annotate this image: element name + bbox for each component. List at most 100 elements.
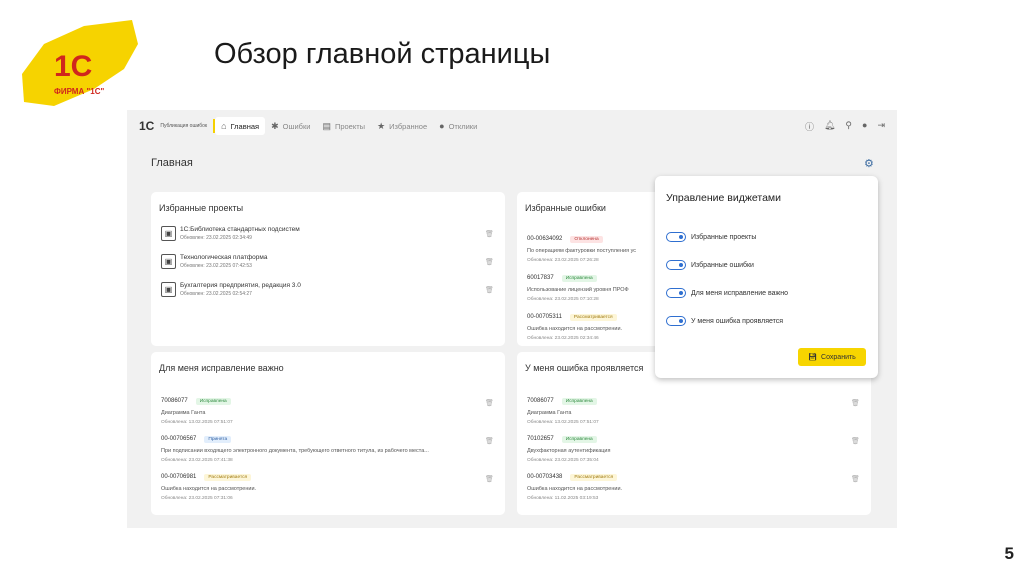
error-header: 00-00703438 Рассматривается bbox=[527, 465, 857, 483]
toggle-switch[interactable] bbox=[666, 232, 686, 242]
gear-icon[interactable]: ⚙ bbox=[864, 157, 874, 170]
status-badge: Рассматривается bbox=[569, 314, 617, 321]
error-id[interactable]: 70086077 bbox=[161, 398, 188, 404]
error-header: 70086077 Исправлена bbox=[527, 389, 857, 407]
error-item[interactable]: 70086077 Исправлена Диаграмма Ганта Обновле… bbox=[527, 389, 857, 425]
widget-title: У меня ошибка проявляется bbox=[525, 363, 644, 373]
error-id[interactable]: 60017837 bbox=[527, 275, 554, 281]
nav-label: Проекты bbox=[334, 121, 366, 131]
trash-icon[interactable]: 🗑︎ bbox=[485, 437, 494, 445]
error-id[interactable]: 70102657 bbox=[527, 436, 554, 442]
error-header: 00-00706981 Рассматривается bbox=[161, 465, 491, 483]
error-description: Двухфакторная аутентификация bbox=[527, 448, 611, 454]
star-icon: ★ bbox=[377, 120, 386, 131]
trash-icon[interactable]: 🗑︎ bbox=[851, 437, 860, 445]
project-text: Бухгалтерия предприятия, редакция 3.0 Обн… bbox=[180, 282, 301, 297]
trash-icon[interactable]: 🗑︎ bbox=[851, 475, 860, 483]
save-button[interactable]: 💾︎ Сохранить bbox=[798, 348, 866, 366]
app-screenshot: 1С Публикация ошибок ⌂ Главная ✱ Ошибки ▤ П… bbox=[127, 110, 897, 528]
widget-title: Избранные проекты bbox=[159, 203, 244, 213]
trash-icon[interactable]: 🗑︎ bbox=[485, 399, 494, 407]
error-item[interactable]: 70102657 Исправлена Двухфакторная аутентиф… bbox=[527, 427, 857, 463]
project-name[interactable]: 1С:Библиотека стандартных подсистем bbox=[180, 226, 300, 233]
toggle-label: У меня ошибка проявляется bbox=[691, 317, 784, 325]
nav-projects[interactable]: ▤ Проекты bbox=[316, 117, 371, 136]
error-header: 70102657 Исправлена bbox=[527, 427, 857, 445]
error-header: 70086077 Исправлена bbox=[161, 389, 491, 407]
error-header: 00-00706567 Принята bbox=[161, 427, 491, 445]
error-updated: Обновлена: 13.02.2025 07:51:07 bbox=[527, 420, 599, 425]
nav-errors[interactable]: ✱ Ошибки bbox=[265, 117, 316, 136]
toggle-occurs[interactable]: У меня ошибка проявляется bbox=[666, 316, 783, 326]
error-item[interactable]: 00-00703438 Рассматривается Ошибка находит… bbox=[527, 465, 857, 501]
projects-icon: ▤ bbox=[322, 120, 331, 131]
error-description: Ошибка находится на рассмотрении. bbox=[161, 486, 257, 492]
toggle-important[interactable]: Для меня исправление важно bbox=[666, 288, 788, 298]
toggle-label: Избранные ошибки bbox=[691, 261, 754, 269]
project-name[interactable]: Бухгалтерия предприятия, редакция 3.0 bbox=[180, 282, 301, 289]
svg-text:1С: 1С bbox=[54, 50, 92, 83]
error-id[interactable]: 00-00706567 bbox=[161, 436, 196, 442]
error-item[interactable]: 00-00706567 Принята При подписании входяще… bbox=[161, 427, 491, 463]
floppy-icon: 💾︎ bbox=[808, 354, 818, 361]
error-updated: Обновлена: 23.02.2025 07:35:04 bbox=[527, 458, 599, 463]
slide-title: Обзор главной страницы bbox=[214, 38, 551, 70]
top-nav: 1С Публикация ошибок ⌂ Главная ✱ Ошибки ▤ П… bbox=[127, 114, 897, 138]
page-number: 5 bbox=[1004, 544, 1014, 563]
error-id[interactable]: 00-00705311 bbox=[527, 314, 562, 320]
error-description: Ошибка находится на рассмотрении. bbox=[527, 486, 623, 492]
save-label: Сохранить bbox=[821, 353, 856, 361]
widget-title: Избранные ошибки bbox=[525, 203, 606, 213]
project-icon: ▣ bbox=[161, 226, 176, 241]
error-id[interactable]: 70086077 bbox=[527, 398, 554, 404]
status-badge: Рассматривается bbox=[570, 474, 618, 481]
trash-icon[interactable]: 🗑︎ bbox=[485, 286, 494, 294]
nav-label: Избранное bbox=[389, 121, 428, 131]
error-item[interactable]: 70086077 Исправлена Диаграмма Ганта Обновле… bbox=[161, 389, 491, 425]
status-badge: Исправлена bbox=[195, 398, 231, 405]
nav-label: Отклики bbox=[448, 121, 478, 131]
project-item[interactable]: ▣ 1С:Библиотека стандартных подсистем Обно… bbox=[161, 226, 300, 241]
widget-fav-projects: Избранные проекты ▣ 1С:Библиотека стандар… bbox=[151, 192, 505, 346]
project-text: Технологическая платформа Обновлен: 23.02… bbox=[180, 254, 267, 269]
widget-important: Для меня исправление важно 70086077 Испра… bbox=[151, 352, 505, 515]
project-item[interactable]: ▣ Технологическая платформа Обновлен: 23.0… bbox=[161, 254, 267, 269]
home-icon: ⌂ bbox=[221, 121, 227, 131]
trash-icon[interactable]: 🗑︎ bbox=[851, 399, 860, 407]
popup-title: Управление виджетами bbox=[666, 192, 781, 204]
toggle-fav-projects[interactable]: Избранные проекты bbox=[666, 232, 756, 242]
nav-home[interactable]: ⌂ Главная bbox=[215, 117, 266, 135]
svg-text:ФИРМА "1С": ФИРМА "1С" bbox=[54, 87, 104, 96]
error-updated: Обновлена: 13.02.2025 07:51:07 bbox=[161, 420, 233, 425]
info-icon[interactable]: ⓘ bbox=[805, 120, 814, 133]
nav-responses[interactable]: ● Отклики bbox=[433, 117, 483, 135]
bug-icon: ✱ bbox=[271, 120, 279, 131]
trash-icon[interactable]: 🗑︎ bbox=[485, 258, 494, 266]
project-updated: Обновлен: 23.02.2025 02:34:49 bbox=[180, 235, 252, 241]
status-badge: Исправлена bbox=[561, 398, 597, 405]
bell-icon[interactable]: 🔔︎ bbox=[824, 120, 835, 133]
error-updated: Обновлена: 11.02.2025 03:19:53 bbox=[527, 496, 599, 501]
search-icon[interactable]: ⚲ bbox=[845, 120, 852, 133]
error-item[interactable]: 00-00706981 Рассматривается Ошибка находит… bbox=[161, 465, 491, 501]
app-name: Публикация ошибок bbox=[160, 123, 208, 129]
project-item[interactable]: ▣ Бухгалтерия предприятия, редакция 3.0 Об… bbox=[161, 282, 301, 297]
toggle-switch[interactable] bbox=[666, 260, 686, 270]
toggle-label: Для меня исправление важно bbox=[691, 289, 788, 297]
trash-icon[interactable]: 🗑︎ bbox=[485, 475, 494, 483]
toggle-switch[interactable] bbox=[666, 316, 686, 326]
status-badge: Рассматривается bbox=[204, 474, 252, 481]
status-badge: Исправлена bbox=[561, 436, 597, 443]
error-id[interactable]: 00-00703438 bbox=[527, 474, 562, 480]
nav-favorites[interactable]: ★ Избранное bbox=[371, 117, 433, 136]
error-id[interactable]: 00-00634092 bbox=[527, 236, 562, 242]
toggle-fav-errors[interactable]: Избранные ошибки bbox=[666, 260, 754, 270]
trash-icon[interactable]: 🗑︎ bbox=[485, 230, 494, 238]
project-name[interactable]: Технологическая платформа bbox=[180, 254, 267, 261]
error-id[interactable]: 00-00706981 bbox=[161, 474, 196, 480]
toggle-switch[interactable] bbox=[666, 288, 686, 298]
project-icon: ▣ bbox=[161, 282, 176, 297]
user-icon[interactable]: ● bbox=[862, 120, 867, 133]
nav-label: Ошибки bbox=[282, 121, 311, 131]
logout-icon[interactable]: ⇥ bbox=[877, 120, 885, 133]
